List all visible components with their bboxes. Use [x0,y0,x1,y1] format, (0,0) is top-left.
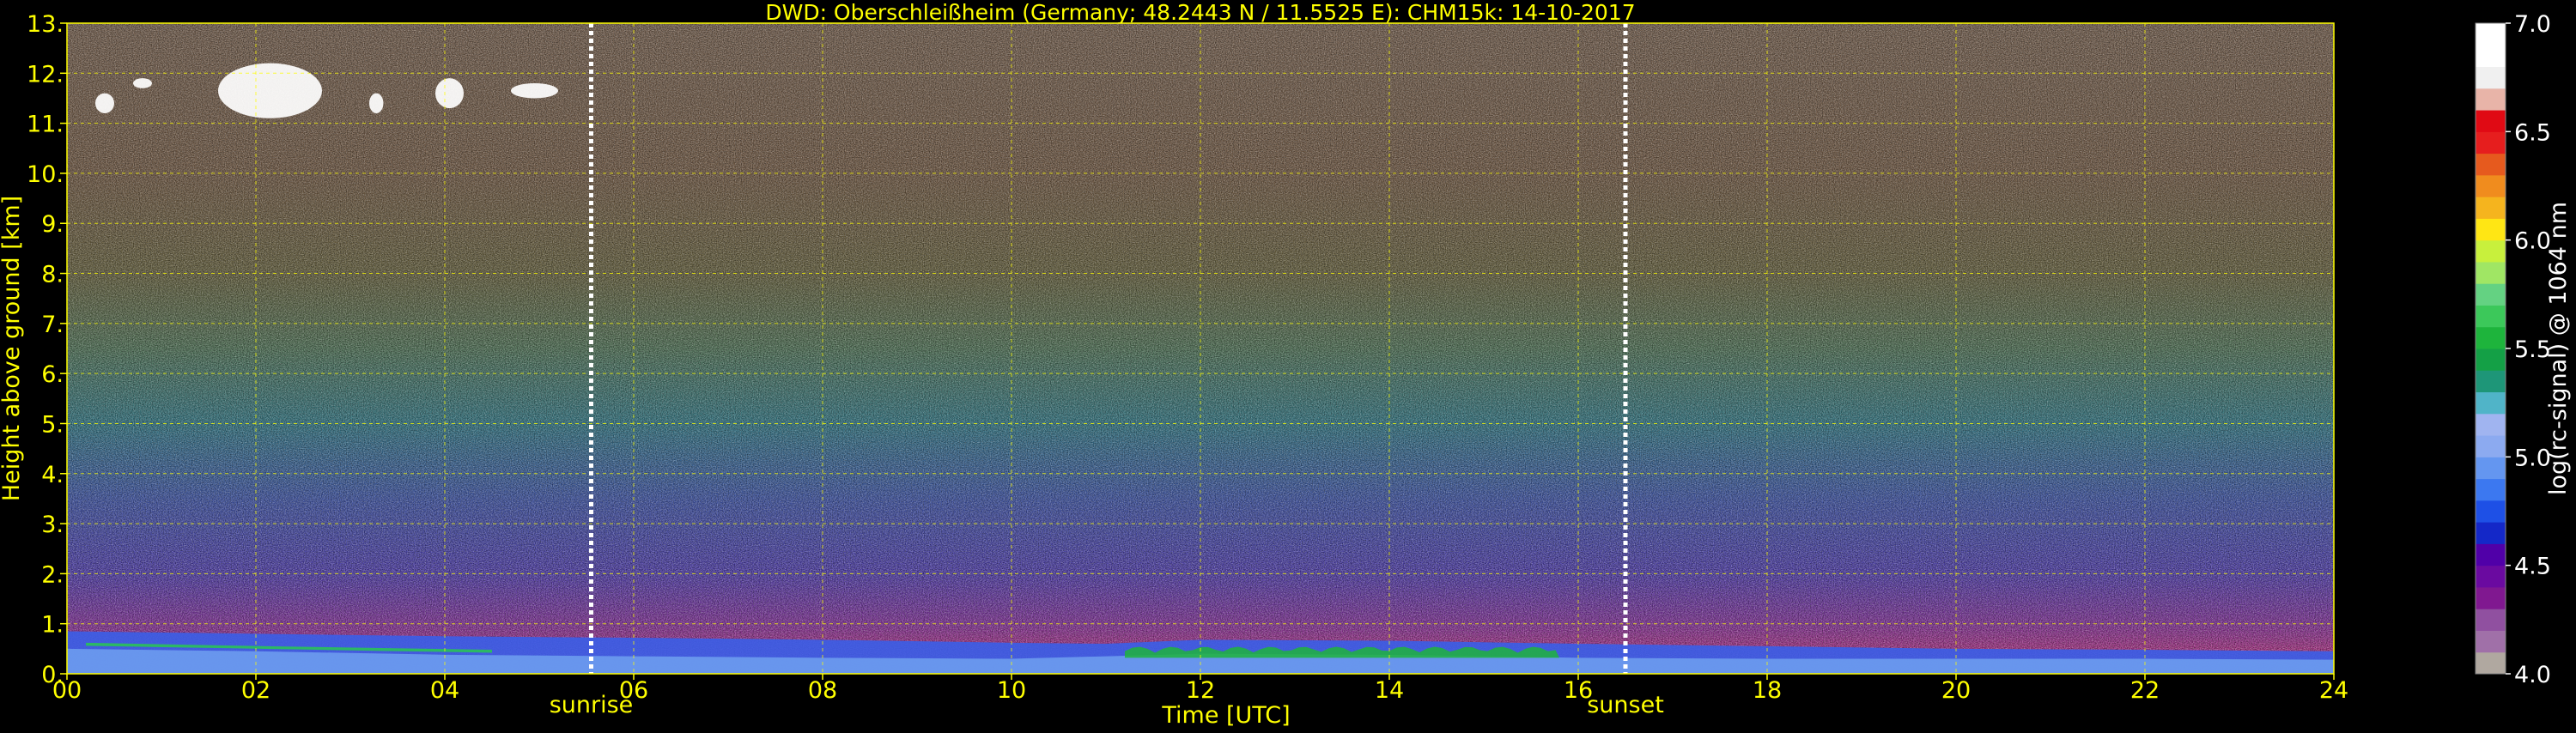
colorbar-block-27 [2476,66,2506,89]
chart-svg: DWD: Oberschleißheim (Germany; 48.2443 N… [0,0,2572,729]
colorbar-tick-label-5: 6.5 [2514,119,2551,146]
colorbar-tick-label-6: 7.0 [2514,11,2551,38]
chart-title: DWD: Oberschleißheim (Germany; 48.2443 N… [765,0,1635,25]
y-tick-label-1: 1. [41,612,64,639]
colorbar-block-10 [2476,435,2506,457]
y-axis-label: Height above ground [km] [0,196,25,501]
colorbar-block-22 [2476,174,2506,197]
y-tick-label-10: 10. [27,161,64,188]
colorbar-block-6 [2476,522,2506,544]
colorbar-block-1 [2476,630,2506,653]
x-tick-label-10: 10 [997,677,1026,704]
x-tick-label-12: 12 [1186,677,1215,704]
colorbar-block-0 [2476,651,2506,675]
x-tick-label-4: 04 [430,677,459,704]
sunset-label: sunset [1587,692,1664,718]
x-tick-label-20: 20 [1941,677,1971,704]
y-tick-label-2: 2. [41,561,64,588]
colorbar-block-14 [2476,348,2506,371]
cloud-return-2 [218,63,322,118]
colorbar-block-13 [2476,370,2506,393]
colorbar-tick-label-1: 4.5 [2514,554,2551,580]
y-tick-label-6: 6. [41,361,64,388]
y-tick-label-4: 4. [41,462,64,488]
y-tick-label-7: 7. [41,312,64,338]
colorbar-block-12 [2476,391,2506,415]
colorbar-block-24 [2476,131,2506,154]
x-tick-label-2: 02 [241,677,270,704]
colorbar-block-19 [2476,239,2506,263]
sun-marker-labels: sunrise sunset [550,692,1664,718]
colorbar-block-20 [2476,218,2506,241]
x-tick-label-18: 18 [1753,677,1782,704]
y-axis-ticks: 0.1.2.3.4.5.6.7.8.9.10.11.12.13. [27,11,67,688]
ceilometer-chart: DWD: Oberschleißheim (Germany; 48.2443 N… [0,0,2576,730]
colorbar-block-17 [2476,283,2506,306]
x-axis-label: Time [UTC] [1161,702,1290,729]
colorbar-block-15 [2476,326,2506,349]
x-tick-label-24: 24 [2319,677,2348,704]
colorbar-block-3 [2476,586,2506,609]
colorbar-block-8 [2476,478,2506,501]
colorbar-block-5 [2476,543,2506,566]
colorbar-block-29 [2476,23,2506,45]
y-tick-label-5: 5. [41,411,64,438]
x-tick-label-14: 14 [1375,677,1404,704]
cloud-return-3 [369,93,384,113]
x-tick-label-0: 00 [52,677,82,704]
colorbar-block-9 [2476,457,2506,480]
colorbar-block-23 [2476,153,2506,176]
y-tick-label-11: 11. [27,112,64,138]
colorbar-label: log(rc-signal) @ 1064 nm [2545,202,2572,495]
sunrise-label: sunrise [550,692,634,718]
colorbar-blocks [2476,23,2506,675]
colorbar-block-2 [2476,609,2506,631]
colorbar-block-25 [2476,110,2506,132]
cloud-return-5 [511,82,558,99]
x-tick-label-8: 08 [808,677,837,704]
cloud-return-1 [133,78,152,88]
cloud-return-4 [435,78,464,109]
colorbar-block-7 [2476,500,2506,523]
y-tick-label-9: 9. [41,211,64,238]
colorbar-block-26 [2476,88,2506,111]
plot-area [66,22,2335,675]
colorbar-block-11 [2476,413,2506,436]
colorbar-block-21 [2476,197,2506,219]
colorbar-block-4 [2476,565,2506,588]
y-tick-label-3: 3. [41,512,64,538]
colorbar-block-18 [2476,261,2506,284]
colorbar: 4.04.55.05.56.06.57.0 log(rc-signal) @ 1… [2475,11,2572,688]
y-tick-label-8: 8. [41,262,64,288]
colorbar-block-16 [2476,305,2506,328]
colorbar-tick-label-0: 4.0 [2514,662,2551,688]
x-axis-ticks: 00 02 04 06 08 10 12 14 16 18 20 22 24 [52,674,2348,704]
y-tick-label-13: 13. [27,11,64,38]
x-tick-label-22: 22 [2130,677,2160,704]
colorbar-block-28 [2476,45,2506,68]
cloud-return-0 [95,93,114,113]
y-tick-label-12: 12. [27,61,64,88]
colorbar-ticks: 4.04.55.05.56.06.57.0 [2506,11,2551,688]
